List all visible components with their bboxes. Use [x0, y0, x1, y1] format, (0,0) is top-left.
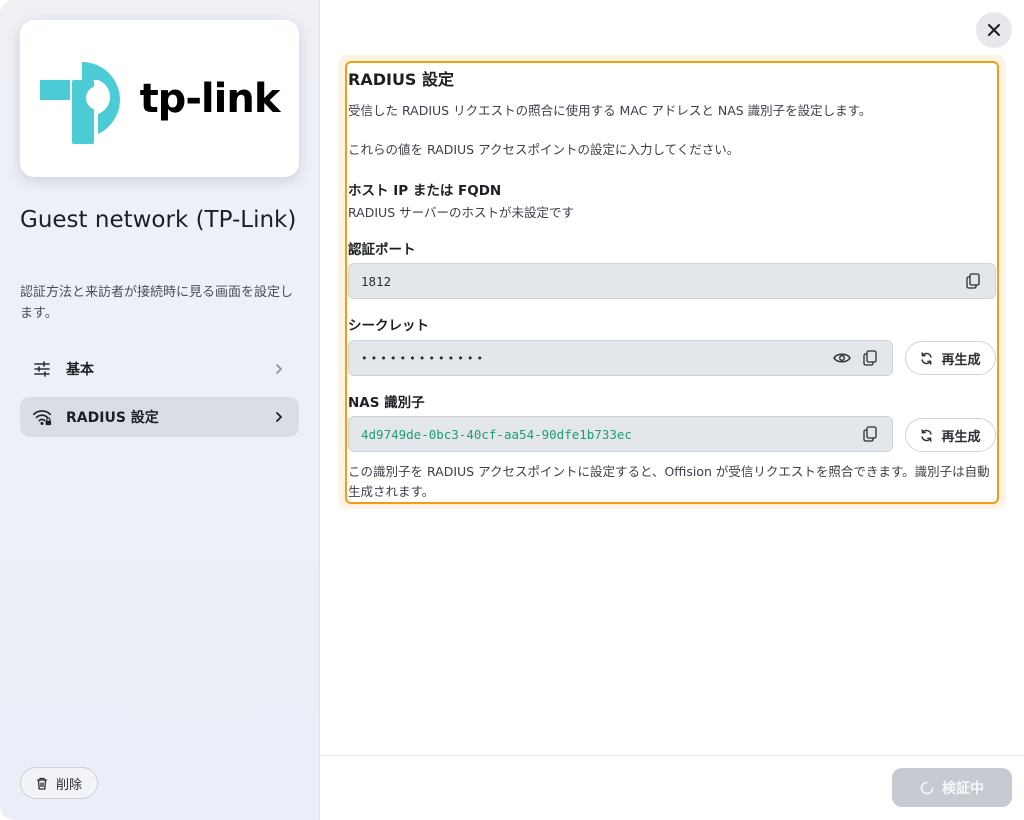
delete-button[interactable]: 削除	[20, 767, 98, 799]
regenerate-label: 再生成	[941, 429, 981, 445]
regenerate-label: 再生成	[941, 352, 981, 368]
secret-value: •••••••••••••	[361, 351, 487, 365]
nav-item-radius[interactable]: RADIUS 設定	[20, 397, 299, 437]
close-button[interactable]	[976, 12, 1012, 48]
logo-wordmark: tp-link	[139, 75, 281, 122]
refresh-icon	[921, 428, 933, 442]
host-value: RADIUS サーバーのホストが未設定です	[348, 205, 574, 220]
sidebar: tp-link Guest network (TP-Link) 認証方法と来訪者…	[0, 0, 320, 820]
port-value: 1812	[361, 273, 392, 289]
regenerate-secret-button[interactable]: 再生成	[905, 341, 996, 375]
tp-link-logo-icon	[39, 61, 120, 144]
port-label: 認証ポート	[348, 242, 416, 258]
nas-help-text: この識別子を RADIUS アクセスポイントに設定すると、Offision が受…	[348, 464, 990, 499]
eye-icon[interactable]	[832, 348, 852, 368]
sliders-icon	[32, 359, 52, 379]
close-icon	[988, 24, 1000, 36]
nas-identifier-value: 4d9749de-0bc3-40cf-aa54-90dfe1b733ec	[361, 426, 632, 442]
section-description: 受信した RADIUS リクエストの照合に使用する MAC アドレスと NAS …	[348, 103, 872, 118]
app-name: Guest network (TP-Link)	[20, 207, 297, 233]
section-title: RADIUS 設定	[348, 70, 455, 89]
nav-label-radius: RADIUS 設定	[66, 410, 159, 426]
nav-label-basic: 基本	[66, 362, 94, 378]
spinner-icon	[920, 781, 934, 794]
chevron-right-icon	[271, 361, 287, 377]
secret-field[interactable]: •••••••••••••	[348, 340, 893, 376]
nas-identifier-field[interactable]: 4d9749de-0bc3-40cf-aa54-90dfe1b733ec	[348, 416, 893, 452]
wifi-lock-icon	[32, 407, 52, 427]
delete-label: 削除	[55, 777, 82, 793]
host-label: ホスト IP または FQDN	[348, 183, 502, 199]
logo-card: tp-link	[20, 20, 299, 177]
regenerate-nas-button[interactable]: 再生成	[905, 418, 996, 452]
copy-icon[interactable]	[860, 424, 880, 444]
verify-label: 検証中	[942, 780, 984, 797]
nas-label: NAS 識別子	[348, 395, 425, 411]
footer-divider	[320, 755, 1024, 756]
refresh-icon	[921, 351, 933, 365]
nav-item-basic[interactable]: 基本	[20, 349, 299, 389]
chevron-right-icon	[271, 409, 287, 425]
trash-icon	[36, 777, 47, 790]
port-field[interactable]: 1812	[348, 263, 996, 299]
verify-button[interactable]: 検証中	[892, 768, 1012, 807]
copy-icon[interactable]	[860, 348, 880, 368]
app-description: 認証方法と来訪者が接続時に見る画面を設定します。	[20, 285, 294, 321]
secret-label: シークレット	[348, 318, 429, 334]
section-instruction: これらの値を RADIUS アクセスポイントの設定に入力してください。	[348, 142, 740, 157]
copy-icon[interactable]	[963, 271, 983, 291]
